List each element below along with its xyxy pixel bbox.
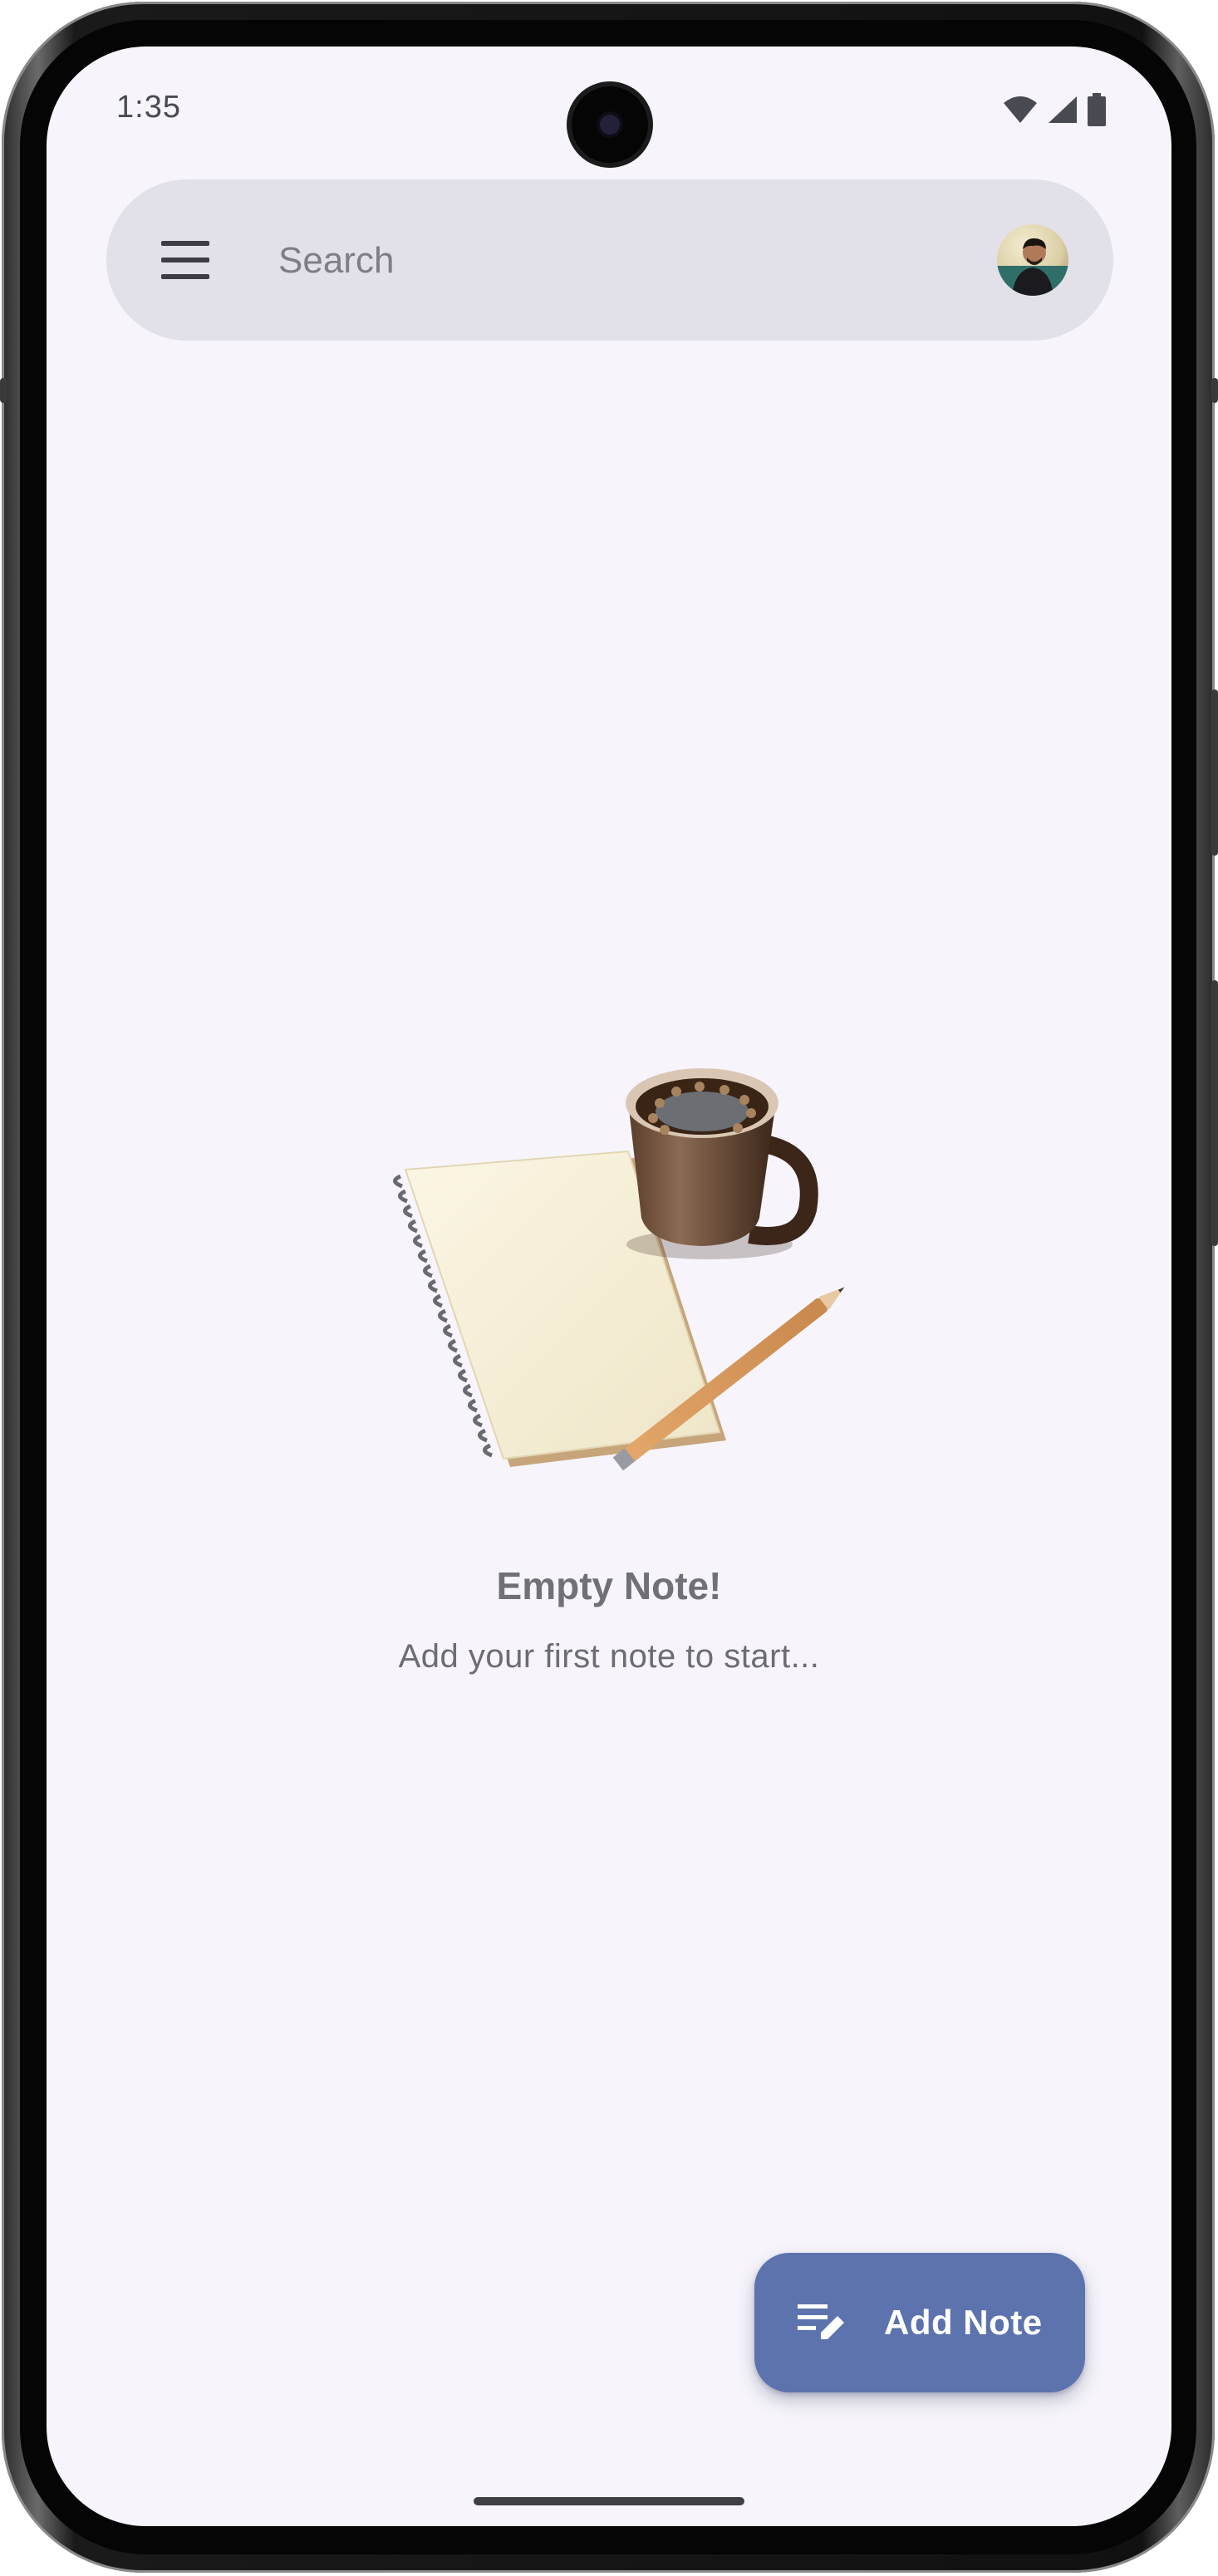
- app-screen: 1:35 Search Empty Note! Add your first n…: [47, 47, 1171, 2526]
- battery-icon: [1088, 93, 1106, 126]
- search-bar[interactable]: [106, 179, 1113, 341]
- frame-notch-right: [1211, 378, 1218, 403]
- search-input[interactable]: [277, 231, 928, 291]
- add-note-button[interactable]: Add Note: [754, 2253, 1085, 2392]
- avatar-person-icon: [997, 238, 1068, 296]
- wifi-icon: [1004, 96, 1037, 123]
- empty-state-subtitle: Add your first note to start...: [398, 1638, 820, 1675]
- frame-notch-left: [0, 378, 7, 403]
- status-time: 1:35: [116, 90, 181, 125]
- profile-avatar[interactable]: [997, 224, 1068, 296]
- menu-icon[interactable]: [161, 241, 209, 279]
- status-icons: [1002, 93, 1107, 126]
- cell-signal-icon: [1049, 96, 1077, 123]
- front-camera: [572, 86, 648, 163]
- edit-note-icon: [798, 2304, 844, 2339]
- add-note-label: Add Note: [884, 2303, 1043, 2342]
- volume-button: [1211, 980, 1218, 1246]
- notebook-coffee-pencil-illustration: [386, 1052, 851, 1517]
- empty-state-title: Empty Note!: [496, 1564, 722, 1607]
- power-button: [1211, 689, 1218, 856]
- home-indicator[interactable]: [474, 2497, 744, 2505]
